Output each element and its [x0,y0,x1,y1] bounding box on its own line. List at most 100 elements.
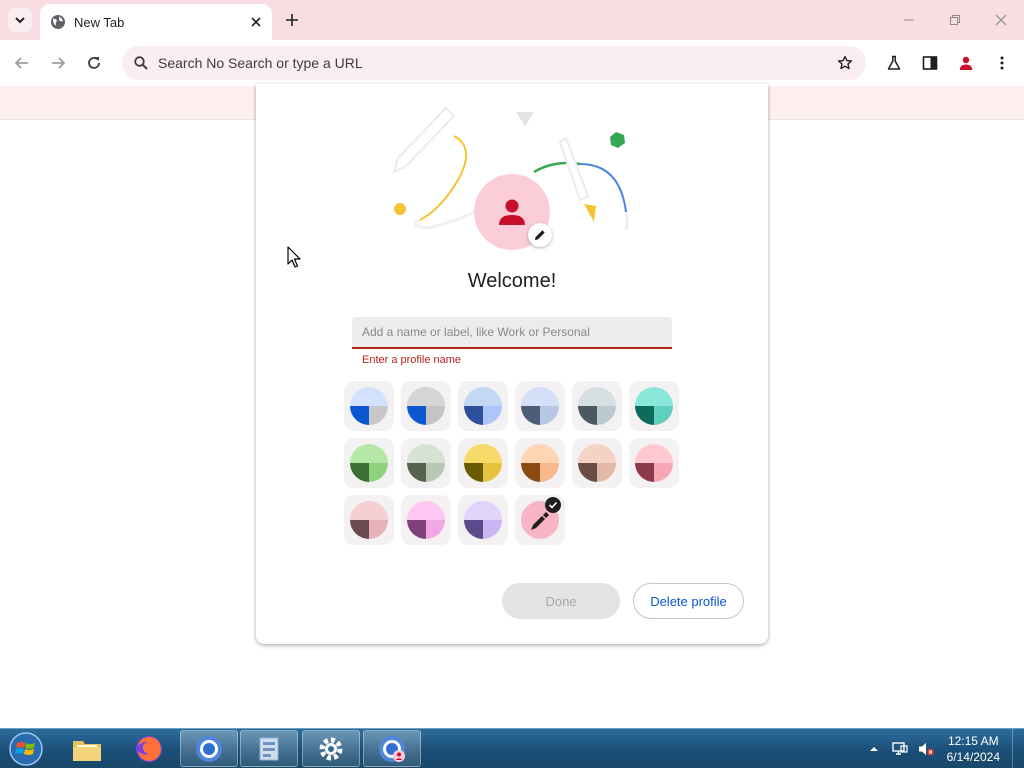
reload-button[interactable] [80,49,108,77]
theme-swatch-orange[interactable] [515,438,565,488]
more-menu-button[interactable] [988,49,1016,77]
star-icon [837,55,853,70]
windows-start-orb-icon [9,732,43,766]
bookmark-star-button[interactable] [836,54,854,72]
theme-swatch-beige[interactable] [572,438,622,488]
theme-color-circle [350,444,388,482]
theme-swatch-green[interactable] [344,438,394,488]
theme-color-circle [578,387,616,425]
profile-customization-dialog: Welcome! Enter a profile name Done Delet… [256,84,768,644]
theme-swatch-slate-blue[interactable] [515,381,565,431]
forward-icon [52,57,66,69]
plus-icon [286,14,298,26]
edit-avatar-button[interactable] [528,223,552,247]
theme-color-circle [521,387,559,425]
forward-button[interactable] [44,49,72,77]
omnibox[interactable]: Search No Search or type a URL [122,46,866,80]
gear-icon [319,737,343,760]
omnibox-text: Search No Search or type a URL [158,55,363,71]
minimize-icon [904,19,914,21]
back-button[interactable] [8,49,36,77]
start-button[interactable] [6,731,46,767]
new-tab-button[interactable] [280,8,304,32]
mouse-cursor-icon [287,246,301,268]
labs-flask-icon [887,55,901,70]
minimize-button[interactable] [894,8,924,32]
taskbar-firefox[interactable] [120,730,178,767]
taskbar-clock[interactable]: 12:15 AM 6/14/2024 [947,733,1000,765]
theme-swatch-yellow[interactable] [458,438,508,488]
window-close-button[interactable] [986,8,1016,32]
tab-strip: New Tab [0,0,1024,40]
theme-swatch-default-blue[interactable] [344,381,394,431]
theme-swatch-pink[interactable] [344,495,394,545]
taskbar-settings[interactable] [302,730,360,767]
windows-taskbar: 12:15 AM 6/14/2024 [0,728,1024,768]
profile-name-error: Enter a profile name [362,354,462,366]
pencil-icon [535,230,545,240]
theme-color-circle [407,387,445,425]
window-close-icon [995,14,1007,26]
delete-profile-button[interactable]: Delete profile [633,583,744,619]
dialog-title: Welcome! [467,270,557,292]
clock-date: 6/14/2024 [946,750,1000,764]
theme-swatch-magenta[interactable] [401,495,451,545]
chevron-up-icon [869,747,878,751]
theme-swatch-grey-blue[interactable] [401,381,451,431]
back-icon [14,57,28,69]
reload-icon [88,57,100,69]
system-tray: 12:15 AM 6/14/2024 [863,729,1024,768]
show-desktop-button[interactable] [1012,729,1024,768]
taskbar-chrome[interactable] [180,730,238,767]
search-icon [134,56,148,70]
theme-swatch-custom-color[interactable] [515,495,565,545]
taskbar-chrome-profile[interactable] [363,730,421,767]
profile-button[interactable] [952,49,980,77]
network-tray-button[interactable] [889,738,911,760]
tab-close-button[interactable] [246,12,266,32]
volume-muted-icon [918,743,934,756]
theme-swatch-teal[interactable] [629,381,679,431]
theme-color-grid [344,381,684,547]
selected-check-icon [545,497,561,513]
chrome-icon [196,735,222,762]
control-panel-icon [259,737,279,760]
volume-tray-button[interactable] [915,738,937,760]
show-hidden-icons-button[interactable] [863,738,885,760]
profile-icon [959,56,973,70]
folder-icon [73,740,101,761]
theme-color-circle [464,444,502,482]
profile-name-input[interactable] [352,317,672,349]
chrome-profile-icon [379,735,405,762]
theme-color-circle [578,444,616,482]
firefox-icon [136,735,162,762]
clock-time: 12:15 AM [947,734,999,748]
close-icon [251,17,261,27]
theme-swatch-lavender[interactable] [458,495,508,545]
person-icon [499,199,525,225]
theme-swatch-grey[interactable] [572,381,622,431]
browser-toolbar: Search No Search or type a URL [0,40,1024,86]
restore-button[interactable] [940,8,970,32]
tab-search-icon [15,17,25,24]
done-button[interactable]: Done [502,583,620,619]
theme-color-circle [635,387,673,425]
side-panel-button[interactable] [916,49,944,77]
theme-swatch-sage[interactable] [401,438,451,488]
restore-icon [950,15,960,25]
theme-color-circle [350,387,388,425]
theme-color-circle [464,501,502,539]
theme-color-circle [635,444,673,482]
theme-color-circle [350,501,388,539]
network-icon [891,742,908,755]
tab-new-tab[interactable]: New Tab [40,4,272,40]
taskbar-control-panel[interactable] [240,730,298,767]
labs-button[interactable] [880,49,908,77]
tab-title: New Tab [74,14,125,30]
more-menu-icon [1000,56,1004,70]
taskbar-file-explorer[interactable] [58,730,116,767]
theme-swatch-blue[interactable] [458,381,508,431]
theme-swatch-rose[interactable] [629,438,679,488]
theme-color-circle [521,444,559,482]
tab-search-button[interactable] [8,8,32,32]
